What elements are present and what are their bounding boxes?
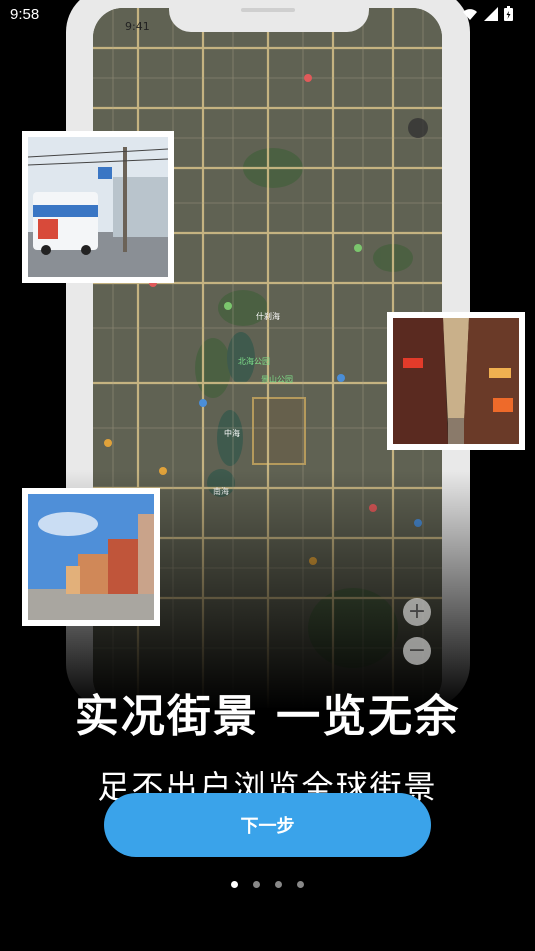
status-icons [462, 6, 513, 21]
bus-street-image [28, 137, 168, 277]
map-label: 中海 [224, 429, 240, 438]
wifi-icon [463, 8, 477, 20]
status-bar: 9:58 [0, 0, 535, 30]
battery-icon [504, 6, 513, 21]
map-label: 北海公园 [238, 357, 270, 366]
headline: 实况街景 一览无余 [74, 691, 461, 742]
page-dot[interactable] [297, 881, 304, 888]
signal-icon [484, 6, 498, 21]
street-photo-bus [22, 131, 174, 283]
page-indicator [0, 881, 535, 888]
next-step-button[interactable]: 下一步 [104, 793, 431, 857]
map-label: 什刹海 [256, 312, 280, 321]
alley-street-image [393, 318, 519, 444]
street-photo-venice [22, 488, 160, 626]
zoom-out-button[interactable]: − [403, 637, 431, 665]
street-photo-alley [387, 312, 525, 450]
map-label: 景山公园 [261, 375, 293, 384]
zoom-in-button[interactable]: + [403, 598, 431, 626]
venice-street-image [28, 494, 154, 620]
status-time: 9:58 [10, 6, 40, 23]
page-dot[interactable] [275, 881, 282, 888]
page-dot-active[interactable] [231, 881, 238, 888]
page-dot[interactable] [253, 881, 260, 888]
